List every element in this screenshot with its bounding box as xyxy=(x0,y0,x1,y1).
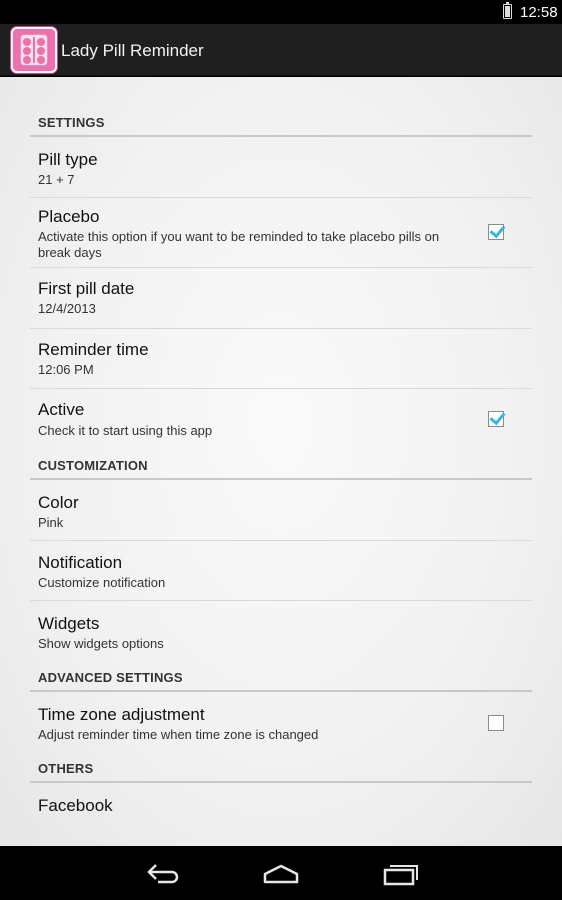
category-settings: SETTINGS xyxy=(30,107,532,137)
placebo-checkbox[interactable] xyxy=(488,224,504,240)
preferences-list[interactable]: SETTINGS Pill type 21 + 7 Placebo Activa… xyxy=(0,77,562,846)
action-bar: Lady Pill Reminder xyxy=(0,24,562,76)
pref-facebook-title: Facebook xyxy=(38,796,113,815)
pref-reminder-time[interactable]: Reminder time 12:06 PM xyxy=(30,329,532,389)
active-checkbox[interactable] xyxy=(488,411,504,427)
pref-placebo-title: Placebo xyxy=(38,207,100,226)
pref-pill-type-summary: 21 + 7 xyxy=(38,172,75,187)
pref-first-pill-date-summary: 12/4/2013 xyxy=(38,301,96,316)
pref-placebo[interactable]: Placebo Activate this option if you want… xyxy=(30,198,532,268)
pref-active-title: Active xyxy=(38,400,85,419)
pref-time-zone-adjustment[interactable]: Time zone adjustment Adjust reminder tim… xyxy=(30,693,532,753)
category-customization: CUSTOMIZATION xyxy=(30,450,532,480)
pref-reminder-time-summary: 12:06 PM xyxy=(38,362,94,377)
battery-icon xyxy=(503,2,512,19)
navigation-bar xyxy=(0,846,562,900)
pref-notification-title: Notification xyxy=(38,553,123,572)
category-advanced-settings: ADVANCED SETTINGS xyxy=(30,662,532,692)
pref-time-zone-title: Time zone adjustment xyxy=(38,705,205,724)
pref-first-pill-date-title: First pill date xyxy=(38,279,135,298)
pref-widgets[interactable]: Widgets Show widgets options xyxy=(30,601,532,661)
status-clock: 12:58 xyxy=(520,4,558,21)
pref-color-title: Color xyxy=(38,493,79,512)
home-icon[interactable] xyxy=(261,860,301,886)
pref-notification-summary: Customize notification xyxy=(38,575,166,590)
pref-reminder-time-title: Reminder time xyxy=(38,340,149,359)
category-others: OTHERS xyxy=(30,753,532,783)
pref-pill-type-title: Pill type xyxy=(38,150,98,169)
app-title: Lady Pill Reminder xyxy=(61,41,204,60)
pref-time-zone-summary: Adjust reminder time when time zone is c… xyxy=(38,727,319,742)
pref-color-summary: Pink xyxy=(38,515,64,530)
pref-facebook[interactable]: Facebook xyxy=(30,784,532,844)
pref-widgets-summary: Show widgets options xyxy=(38,636,164,651)
status-bar: 12:58 xyxy=(0,0,562,24)
pref-pill-type[interactable]: Pill type 21 + 7 xyxy=(30,138,532,198)
time-zone-checkbox[interactable] xyxy=(488,715,504,731)
recent-apps-icon[interactable] xyxy=(381,860,421,886)
category-others-label: OTHERS xyxy=(38,761,94,776)
pref-placebo-summary: Activate this option if you want to be r… xyxy=(38,229,440,260)
category-settings-label: SETTINGS xyxy=(38,115,105,130)
back-icon[interactable] xyxy=(142,860,182,886)
category-customization-label: CUSTOMIZATION xyxy=(38,458,148,473)
pill-pack-icon[interactable] xyxy=(11,27,57,73)
pref-widgets-title: Widgets xyxy=(38,614,100,633)
category-advanced-settings-label: ADVANCED SETTINGS xyxy=(38,670,183,685)
pref-notification[interactable]: Notification Customize notification xyxy=(30,541,532,601)
pref-active[interactable]: Active Check it to start using this app xyxy=(30,389,532,449)
pref-color[interactable]: Color Pink xyxy=(30,481,532,541)
pref-active-summary: Check it to start using this app xyxy=(38,423,213,438)
pref-first-pill-date[interactable]: First pill date 12/4/2013 xyxy=(30,268,532,329)
